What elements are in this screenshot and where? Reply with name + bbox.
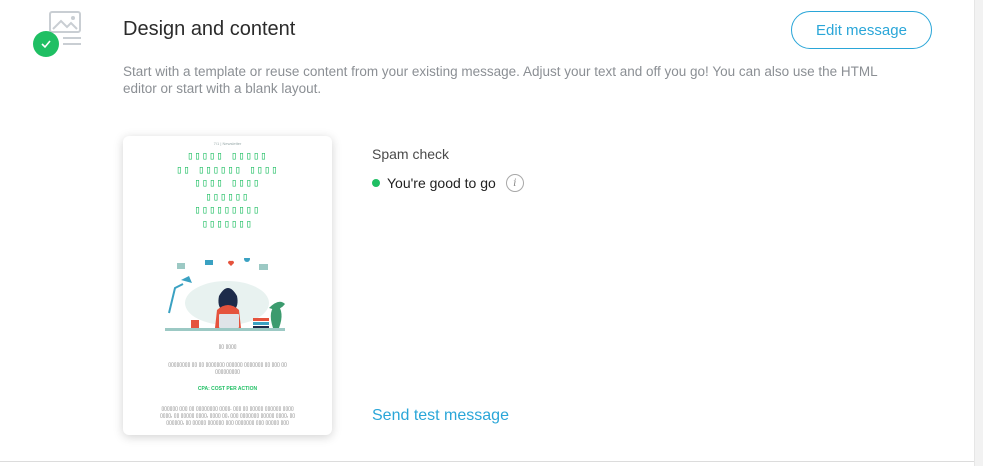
preview-illustration (165, 258, 285, 331)
completed-check-icon (33, 31, 59, 57)
preview-footer-text: ▯▯▯▯▯▯ ▯▯▯ ▯▯ ▯▯▯▯▯▯▯▯ ▯▯▯▯. ▯▯▯ ▯▯ ▯▯▯▯… (159, 406, 295, 426)
preview-cpa-label: CPA: COST PER ACTION (197, 386, 258, 392)
preview-body-text: ▯▯▯▯▯▯▯▯ ▯▯ ▯▯ ▯▯▯▯▯▯▯ ▯▯▯▯▯▯ ▯▯▯▯▯▯▯ ▯▯… (168, 362, 287, 375)
section-divider (0, 461, 974, 462)
message-preview-thumbnail[interactable]: 7/1 | Newsletter ▯▯▯▯▯ ▯▯▯▯▯ ▯▯ ▯▯▯▯▯▯ ▯… (123, 136, 332, 435)
spam-check-status: You're good to go i (372, 174, 524, 192)
info-icon[interactable]: i (505, 174, 524, 192)
scrollbar[interactable] (974, 0, 983, 466)
preview-headline: ▯▯▯▯▯ ▯▯▯▯▯ ▯▯ ▯▯▯▯▯▯ ▯▯▯▯ ▯▯▯▯ ▯▯▯▯ ▯▯▯… (176, 150, 279, 230)
status-dot (372, 179, 380, 187)
send-test-message-link[interactable]: Send test message (372, 407, 509, 425)
edit-message-button[interactable]: Edit message (791, 11, 932, 49)
spam-check-status-text: You're good to go (387, 175, 496, 191)
preview-caption: ▯▯ ▯▯▯▯ (218, 344, 237, 350)
spam-check-label: Spam check (372, 146, 450, 162)
section-description: Start with a template or reuse content f… (123, 64, 878, 96)
design-step-icon (33, 8, 85, 60)
section-title: Design and content (123, 18, 296, 40)
preview-top-text: 7/1 | Newsletter (213, 141, 242, 146)
